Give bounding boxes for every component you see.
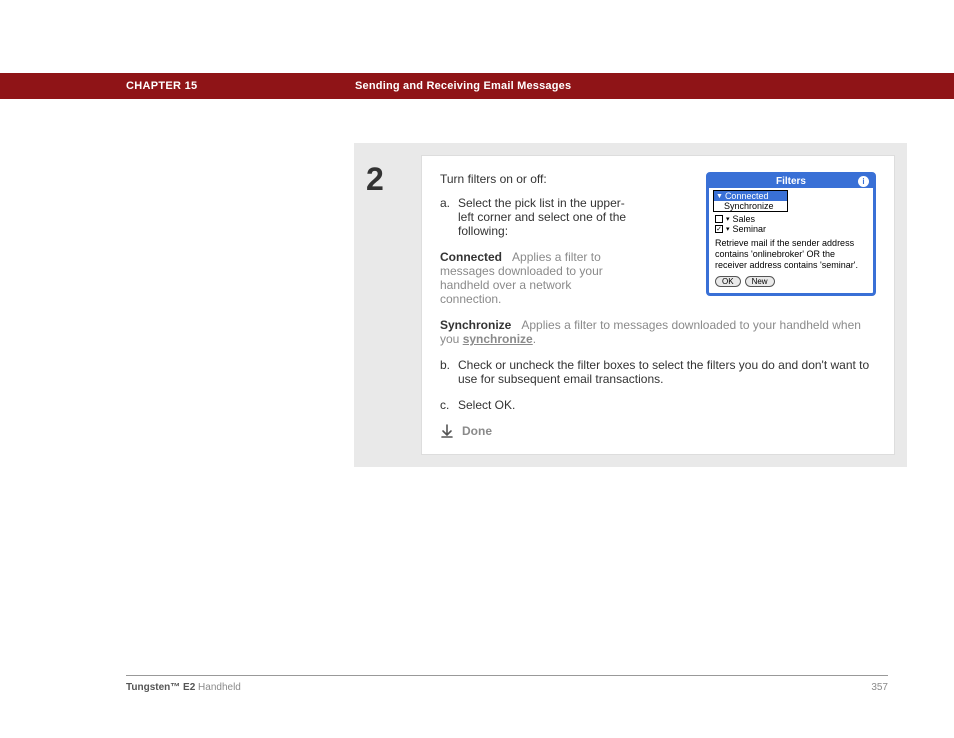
ok-button[interactable]: OK bbox=[715, 276, 741, 287]
term-connected: Connected bbox=[440, 250, 502, 264]
device-body: ▼ Connected Synchronize ▾ Sales ✓ ▾ Semi… bbox=[709, 188, 873, 293]
synchronize-link[interactable]: synchronize bbox=[463, 332, 533, 346]
list-text: Select the pick list in the upper-left c… bbox=[458, 196, 635, 238]
filter-row-seminar[interactable]: ✓ ▾ Seminar bbox=[713, 224, 869, 234]
list-letter: a. bbox=[440, 196, 458, 238]
product-bold: Tungsten™ E2 bbox=[126, 682, 195, 693]
done-indicator: Done bbox=[440, 424, 876, 438]
substep-b: b. Check or uncheck the filter boxes to … bbox=[440, 358, 876, 386]
step-number: 2 bbox=[366, 161, 421, 198]
dropdown-option-synchronize[interactable]: Synchronize bbox=[714, 201, 787, 211]
device-button-row: OK New bbox=[713, 276, 869, 287]
list-text: Select OK. bbox=[458, 398, 876, 412]
new-button[interactable]: New bbox=[745, 276, 775, 287]
done-label: Done bbox=[462, 424, 492, 438]
device-rule-description: Retrieve mail if the sender address cont… bbox=[713, 234, 869, 276]
substep-a: a. Select the pick list in the upper-lef… bbox=[440, 196, 635, 238]
product-name: Tungsten™ E2 Handheld bbox=[126, 682, 241, 693]
checkbox-checked-icon[interactable]: ✓ bbox=[715, 225, 723, 233]
chapter-label: CHAPTER 15 bbox=[126, 80, 197, 92]
filter-label: Sales bbox=[733, 214, 756, 224]
chevron-down-icon: ▾ bbox=[726, 215, 730, 223]
dropdown-selected-label: Connected bbox=[725, 191, 769, 201]
chapter-header: CHAPTER 15 Sending and Receiving Email M… bbox=[0, 73, 954, 99]
definition-connected: Connected Applies a filter to messages d… bbox=[440, 250, 635, 306]
step-content: Filters i ▼ Connected Synchronize ▾ Sale… bbox=[421, 155, 895, 455]
device-titlebar: Filters i bbox=[709, 175, 873, 188]
info-icon[interactable]: i bbox=[858, 176, 869, 187]
instruction-box: 2 Filters i ▼ Connected Synchronize ▾ bbox=[354, 143, 907, 467]
chevron-down-icon: ▾ bbox=[726, 225, 730, 233]
substep-c: c. Select OK. bbox=[440, 398, 876, 412]
term-synchronize: Synchronize bbox=[440, 318, 511, 332]
filter-label: Seminar bbox=[733, 224, 767, 234]
device-preview: Filters i ▼ Connected Synchronize ▾ Sale… bbox=[706, 172, 876, 296]
arrow-down-icon bbox=[440, 424, 454, 438]
list-text: Check or uncheck the filter boxes to sel… bbox=[458, 358, 876, 386]
list-letter: c. bbox=[440, 398, 458, 412]
page-footer: Tungsten™ E2 Handheld 357 bbox=[126, 675, 888, 693]
filter-row-sales[interactable]: ▾ Sales bbox=[713, 214, 869, 224]
device-title: Filters bbox=[776, 176, 806, 187]
step-number-column: 2 bbox=[366, 155, 421, 455]
definition-synchronize: Synchronize Applies a filter to messages… bbox=[440, 318, 876, 346]
step-intro: Turn filters on or off: bbox=[440, 172, 635, 186]
dropdown-selected[interactable]: ▼ Connected bbox=[714, 191, 787, 201]
filter-mode-dropdown[interactable]: ▼ Connected Synchronize bbox=[713, 190, 788, 212]
page-number: 357 bbox=[871, 682, 888, 693]
product-rest: Handheld bbox=[195, 682, 241, 693]
desc-synchronize-post: . bbox=[533, 332, 536, 346]
list-letter: b. bbox=[440, 358, 458, 386]
checkbox-unchecked-icon[interactable] bbox=[715, 215, 723, 223]
chapter-title: Sending and Receiving Email Messages bbox=[355, 80, 571, 92]
chevron-down-icon: ▼ bbox=[716, 193, 723, 200]
